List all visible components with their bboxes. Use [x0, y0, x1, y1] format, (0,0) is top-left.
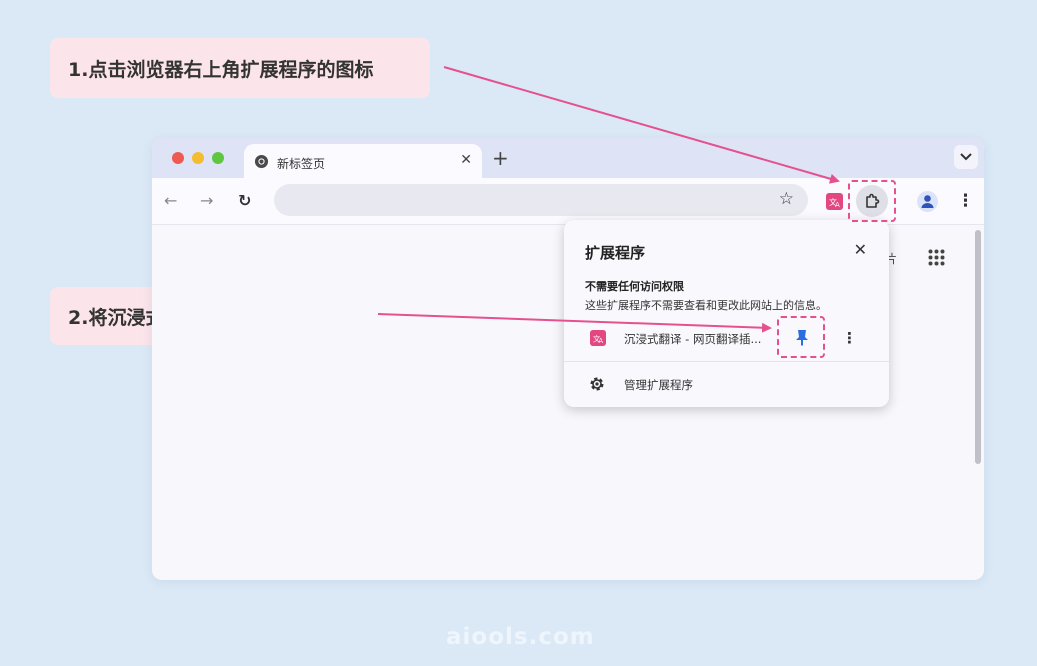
extension-name[interactable]: 沉浸式翻译 - 网页翻译插...: [624, 331, 761, 347]
chrome-icon: [254, 154, 269, 169]
chevron-down-icon: [960, 153, 972, 161]
minimize-window-button[interactable]: [192, 152, 204, 164]
svg-text:A: A: [598, 337, 603, 345]
menu-button[interactable]: ⋮: [957, 191, 974, 211]
extensions-popup: 扩展程序 ✕ 不需要任何访问权限 这些扩展程序不需要查看和更改此网站上的信息。 …: [564, 220, 889, 407]
pin-highlight-box: [777, 316, 825, 358]
extension-more-icon[interactable]: ⋮: [842, 329, 857, 347]
watermark: aiools.com: [446, 624, 595, 650]
tab-search-button[interactable]: [954, 145, 978, 169]
popup-close-icon[interactable]: ✕: [854, 240, 867, 259]
back-button[interactable]: ←: [164, 191, 177, 210]
scrollbar[interactable]: [972, 224, 984, 486]
scrollbar-thumb[interactable]: [975, 230, 981, 464]
tab-new-tab[interactable]: 新标签页 ✕: [244, 144, 482, 178]
close-window-button[interactable]: [172, 152, 184, 164]
forward-button[interactable]: →: [200, 191, 213, 210]
step1-callout: 1.点击浏览器右上角扩展程序的图标: [50, 38, 430, 98]
immersive-translate-toolbar-icon[interactable]: 文 A: [826, 193, 843, 210]
profile-button[interactable]: [917, 191, 938, 212]
section-heading: 不需要任何访问权限: [585, 280, 684, 293]
zoom-window-button[interactable]: [212, 152, 224, 164]
manage-extensions-link[interactable]: 管理扩展程序: [624, 377, 693, 393]
popup-divider: [564, 361, 889, 362]
gear-icon: [590, 377, 604, 391]
bookmark-star-icon[interactable]: ☆: [779, 189, 794, 209]
immersive-translate-icon: 文 A: [590, 330, 606, 346]
section-description: 这些扩展程序不需要查看和更改此网站上的信息。: [585, 299, 827, 312]
avatar-icon: [921, 195, 934, 208]
apps-grid-icon[interactable]: [928, 249, 945, 266]
extensions-highlight-box: [848, 180, 896, 222]
popup-title: 扩展程序: [585, 244, 646, 262]
reload-button[interactable]: ↻: [238, 191, 251, 210]
address-bar[interactable]: ☆: [274, 184, 808, 216]
tab-strip: 新标签页 ✕ +: [152, 138, 984, 178]
svg-text:A: A: [835, 201, 840, 209]
tab-close-icon[interactable]: ✕: [460, 152, 472, 168]
step1-text: 1.点击浏览器右上角扩展程序的图标: [68, 58, 374, 81]
new-tab-button[interactable]: +: [492, 146, 509, 170]
tab-title: 新标签页: [277, 157, 326, 171]
